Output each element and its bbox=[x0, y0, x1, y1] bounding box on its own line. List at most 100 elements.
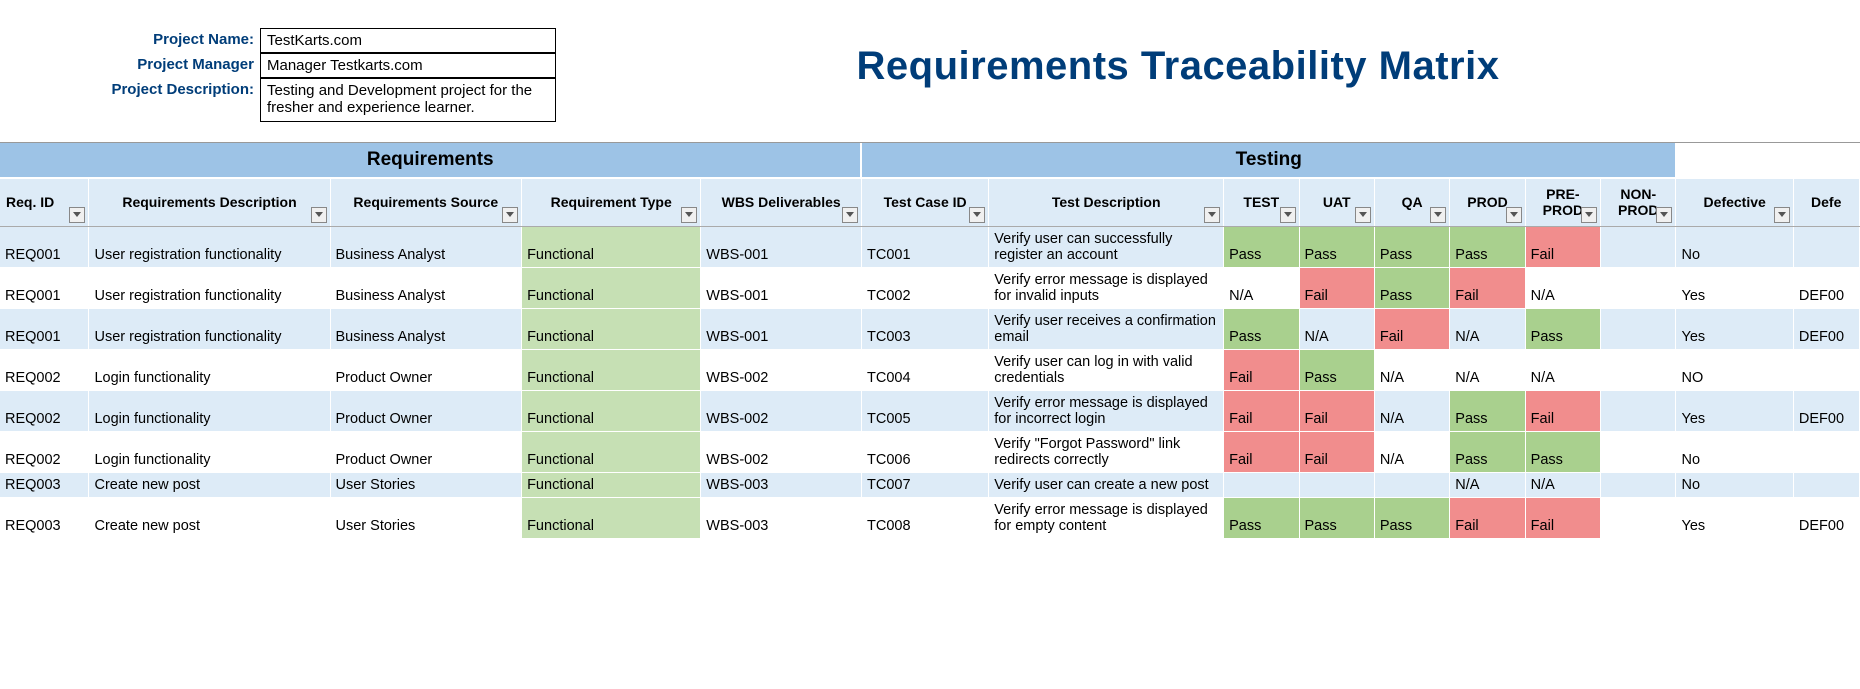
cell[interactable]: TC004 bbox=[861, 349, 988, 390]
cell[interactable] bbox=[1793, 349, 1859, 390]
filter-dropdown-icon[interactable] bbox=[1430, 207, 1446, 223]
cell[interactable] bbox=[1374, 472, 1449, 497]
col-env-nonprod[interactable]: NON-PROD bbox=[1601, 178, 1676, 226]
cell[interactable]: Fail bbox=[1450, 497, 1525, 538]
cell[interactable]: Create new post bbox=[89, 472, 330, 497]
cell[interactable]: Verify user can successfully register an… bbox=[989, 226, 1224, 267]
cell[interactable]: Fail bbox=[1299, 267, 1374, 308]
cell[interactable]: REQ002 bbox=[0, 390, 89, 431]
cell[interactable]: N/A bbox=[1374, 431, 1449, 472]
col-env-qa[interactable]: QA bbox=[1374, 178, 1449, 226]
filter-dropdown-icon[interactable] bbox=[1355, 207, 1371, 223]
cell[interactable]: REQ001 bbox=[0, 226, 89, 267]
cell[interactable]: No bbox=[1676, 472, 1793, 497]
cell[interactable]: Business Analyst bbox=[330, 267, 522, 308]
col-req-id[interactable]: Req. ID bbox=[0, 178, 89, 226]
cell[interactable]: Pass bbox=[1299, 226, 1374, 267]
cell[interactable]: REQ003 bbox=[0, 472, 89, 497]
col-tcid[interactable]: Test Case ID bbox=[861, 178, 988, 226]
cell[interactable]: Pass bbox=[1299, 497, 1374, 538]
cell[interactable]: WBS-001 bbox=[701, 308, 862, 349]
cell[interactable]: REQ003 bbox=[0, 497, 89, 538]
cell[interactable]: N/A bbox=[1374, 390, 1449, 431]
cell[interactable]: WBS-002 bbox=[701, 349, 862, 390]
cell[interactable] bbox=[1299, 472, 1374, 497]
cell[interactable]: REQ001 bbox=[0, 267, 89, 308]
col-req-type[interactable]: Requirement Type bbox=[522, 178, 701, 226]
cell[interactable] bbox=[1601, 226, 1676, 267]
table-row[interactable]: REQ003Create new postUser StoriesFunctio… bbox=[0, 497, 1859, 538]
cell[interactable]: Verify error message is displayed for in… bbox=[989, 390, 1224, 431]
filter-dropdown-icon[interactable] bbox=[502, 207, 518, 223]
cell[interactable]: Pass bbox=[1525, 308, 1600, 349]
cell[interactable]: User registration functionality bbox=[89, 267, 330, 308]
cell[interactable]: Yes bbox=[1676, 497, 1793, 538]
cell[interactable]: User Stories bbox=[330, 497, 522, 538]
cell[interactable]: Pass bbox=[1299, 349, 1374, 390]
cell[interactable]: WBS-002 bbox=[701, 431, 862, 472]
filter-dropdown-icon[interactable] bbox=[1656, 207, 1672, 223]
cell[interactable]: Functional bbox=[522, 349, 701, 390]
cell[interactable]: Pass bbox=[1374, 267, 1449, 308]
filter-dropdown-icon[interactable] bbox=[1774, 207, 1790, 223]
cell[interactable]: Login functionality bbox=[89, 390, 330, 431]
cell[interactable]: N/A bbox=[1450, 349, 1525, 390]
cell[interactable]: WBS-002 bbox=[701, 390, 862, 431]
filter-dropdown-icon[interactable] bbox=[969, 207, 985, 223]
cell[interactable]: Product Owner bbox=[330, 349, 522, 390]
cell[interactable]: Fail bbox=[1224, 431, 1299, 472]
cell[interactable]: Pass bbox=[1224, 226, 1299, 267]
cell[interactable]: Business Analyst bbox=[330, 226, 522, 267]
cell[interactable]: NO bbox=[1676, 349, 1793, 390]
cell[interactable]: WBS-001 bbox=[701, 226, 862, 267]
cell[interactable]: N/A bbox=[1525, 349, 1600, 390]
cell[interactable]: Verify error message is displayed for em… bbox=[989, 497, 1224, 538]
table-row[interactable]: REQ002Login functionalityProduct OwnerFu… bbox=[0, 349, 1859, 390]
cell[interactable]: TC008 bbox=[861, 497, 988, 538]
table-row[interactable]: REQ001User registration functionalityBus… bbox=[0, 267, 1859, 308]
cell[interactable]: Pass bbox=[1525, 431, 1600, 472]
cell[interactable]: Verify user can create a new post bbox=[989, 472, 1224, 497]
cell[interactable]: Functional bbox=[522, 431, 701, 472]
cell[interactable]: Fail bbox=[1525, 390, 1600, 431]
cell[interactable] bbox=[1793, 472, 1859, 497]
cell[interactable]: Verify error message is displayed for in… bbox=[989, 267, 1224, 308]
cell[interactable]: Yes bbox=[1676, 267, 1793, 308]
cell[interactable]: WBS-003 bbox=[701, 472, 862, 497]
cell[interactable]: N/A bbox=[1224, 267, 1299, 308]
col-req-desc[interactable]: Requirements Description bbox=[89, 178, 330, 226]
cell[interactable]: DEF00 bbox=[1793, 497, 1859, 538]
cell[interactable]: N/A bbox=[1374, 349, 1449, 390]
col-env-uat[interactable]: UAT bbox=[1299, 178, 1374, 226]
filter-dropdown-icon[interactable] bbox=[1204, 207, 1220, 223]
cell[interactable]: REQ002 bbox=[0, 349, 89, 390]
cell[interactable]: Functional bbox=[522, 267, 701, 308]
col-wbs[interactable]: WBS Deliverables bbox=[701, 178, 862, 226]
cell[interactable]: DEF00 bbox=[1793, 390, 1859, 431]
cell[interactable]: TC006 bbox=[861, 431, 988, 472]
cell[interactable]: Fail bbox=[1224, 349, 1299, 390]
filter-dropdown-icon[interactable] bbox=[311, 207, 327, 223]
cell[interactable]: Create new post bbox=[89, 497, 330, 538]
cell[interactable] bbox=[1601, 390, 1676, 431]
col-env-prod[interactable]: PROD bbox=[1450, 178, 1525, 226]
cell[interactable]: TC007 bbox=[861, 472, 988, 497]
cell[interactable]: Functional bbox=[522, 308, 701, 349]
project-description-value[interactable]: Testing and Development project for the … bbox=[260, 78, 556, 122]
cell[interactable]: Fail bbox=[1450, 267, 1525, 308]
cell[interactable]: Pass bbox=[1450, 226, 1525, 267]
cell[interactable]: TC002 bbox=[861, 267, 988, 308]
cell[interactable]: Pass bbox=[1224, 497, 1299, 538]
filter-dropdown-icon[interactable] bbox=[1506, 207, 1522, 223]
filter-dropdown-icon[interactable] bbox=[681, 207, 697, 223]
col-defectid[interactable]: Defe bbox=[1793, 178, 1859, 226]
cell[interactable]: Pass bbox=[1374, 497, 1449, 538]
cell[interactable]: Functional bbox=[522, 390, 701, 431]
col-env-test[interactable]: TEST bbox=[1224, 178, 1299, 226]
cell[interactable]: User registration functionality bbox=[89, 308, 330, 349]
cell[interactable]: REQ002 bbox=[0, 431, 89, 472]
cell[interactable]: Business Analyst bbox=[330, 308, 522, 349]
cell[interactable]: Verify user receives a confirmation emai… bbox=[989, 308, 1224, 349]
cell[interactable] bbox=[1601, 431, 1676, 472]
cell[interactable] bbox=[1601, 267, 1676, 308]
